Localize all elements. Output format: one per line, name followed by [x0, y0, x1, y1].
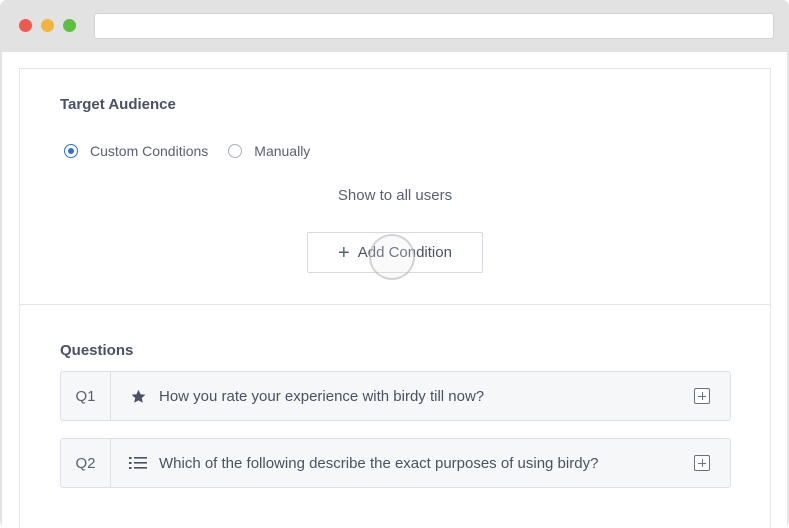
question-number: Q1: [61, 372, 111, 420]
minimize-window-button[interactable]: [41, 19, 54, 32]
star-icon: [129, 387, 147, 405]
section-divider: [20, 304, 770, 305]
show-all-users-text: Show to all users: [337, 187, 453, 204]
title-bar: [0, 0, 789, 52]
question-text: Which of the following describe the exac…: [159, 454, 599, 472]
radio-manually[interactable]: [228, 144, 243, 158]
survey-settings-card: Target Audience Custom Conditions Manual…: [19, 68, 771, 528]
maximize-window-button[interactable]: [63, 19, 76, 32]
close-window-button[interactable]: [19, 19, 32, 32]
question-row[interactable]: Q2 Which of the following describe the e…: [60, 438, 731, 488]
expand-icon[interactable]: [694, 455, 710, 471]
add-condition-button[interactable]: + Add Condition: [307, 232, 483, 273]
browser-window: Target Audience Custom Conditions Manual…: [0, 0, 789, 528]
radio-label-custom-conditions: Custom Conditions: [90, 143, 209, 159]
audience-radio-group: Custom Conditions Manually: [64, 142, 330, 160]
page-viewport: Target Audience Custom Conditions Manual…: [2, 52, 787, 528]
target-audience-title: Target Audience: [60, 96, 176, 113]
list-icon: [129, 454, 147, 472]
questions-title: Questions: [60, 342, 134, 359]
radio-custom-conditions[interactable]: [64, 144, 78, 158]
address-bar[interactable]: [94, 13, 774, 39]
add-condition-label: Add Condition: [357, 244, 452, 261]
plus-icon: +: [338, 241, 350, 264]
radio-option-manually[interactable]: Manually: [228, 143, 310, 159]
radio-option-custom-conditions[interactable]: Custom Conditions: [64, 143, 208, 159]
question-text: How you rate your experience with birdy …: [159, 387, 485, 405]
expand-icon[interactable]: [694, 388, 710, 404]
question-number: Q2: [61, 439, 111, 487]
radio-label-manually: Manually: [254, 143, 311, 159]
question-row[interactable]: Q1 How you rate your experience with bir…: [60, 371, 731, 421]
